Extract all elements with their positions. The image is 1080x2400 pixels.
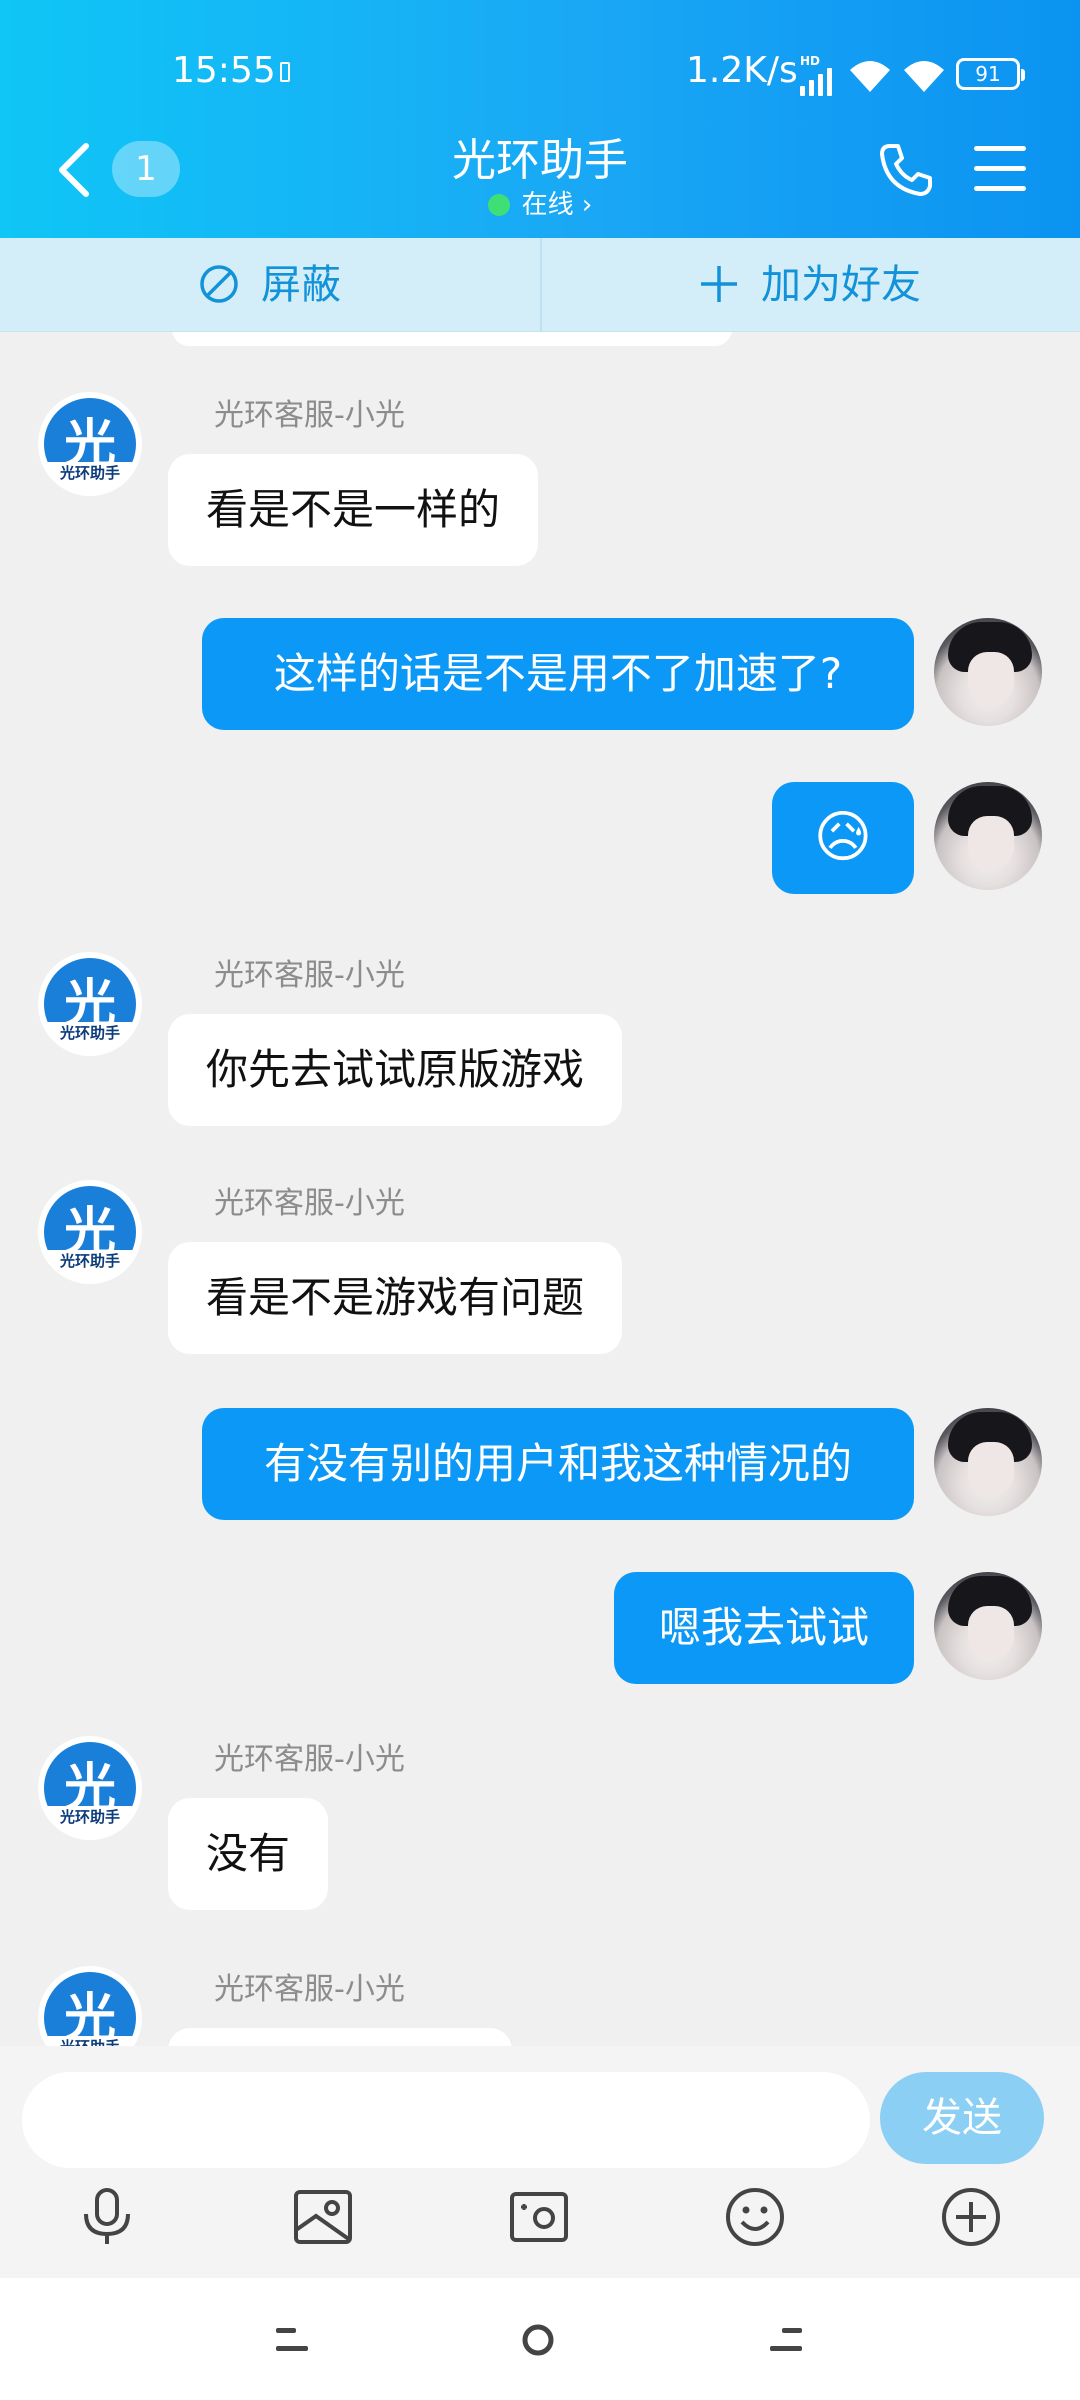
composer: 发送 <box>0 2046 1080 2278</box>
agent-avatar[interactable]: 光 光环助手 <box>38 1736 142 1840</box>
user-avatar[interactable] <box>934 1572 1042 1680</box>
sender-name: 光环客服-小光 <box>214 1742 405 1777</box>
online-status-label: 在线 › <box>521 190 593 220</box>
system-nav-bar <box>0 2278 1080 2400</box>
online-dot-icon <box>487 194 510 216</box>
message-bubble-outgoing[interactable]: 这样的话是不是用不了加速了? <box>202 618 914 730</box>
sender-name: 光环客服-小光 <box>214 958 405 993</box>
wifi-icon-2 <box>904 61 944 92</box>
contact-action-bar: 屏蔽 加为好友 <box>0 238 1080 332</box>
signal-icon <box>800 66 834 96</box>
message-bubble-outgoing[interactable]: 有没有别的用户和我这种情况的 <box>202 1408 914 1520</box>
back-nav-icon[interactable] <box>766 2322 806 2358</box>
add-friend-label: 加为好友 <box>761 262 921 308</box>
hamburger-menu-icon[interactable] <box>974 144 1030 194</box>
picture-icon[interactable] <box>292 2186 354 2248</box>
agent-avatar[interactable]: 光 光环助手 <box>38 392 142 496</box>
message-bubble-incoming[interactable] <box>168 2028 512 2046</box>
microphone-icon[interactable] <box>76 2186 138 2248</box>
partial-message-bubble <box>172 332 732 346</box>
status-time: 15:55 <box>172 50 276 91</box>
message-bubble-outgoing[interactable]: 嗯我去试试 <box>614 1572 914 1684</box>
send-button[interactable]: 发送 <box>880 2072 1044 2164</box>
sender-name: 光环客服-小光 <box>214 1186 405 1221</box>
plus-icon <box>701 266 737 302</box>
block-button[interactable]: 屏蔽 <box>0 238 540 332</box>
message-list[interactable]: 光 光环助手 光环客服-小光 看是不是一样的 这样的话是不是用不了加速了? 😥 … <box>0 332 1080 2046</box>
message-input[interactable] <box>22 2072 870 2168</box>
sender-name: 光环客服-小光 <box>214 398 405 433</box>
message-bubble-incoming[interactable]: 看是不是一样的 <box>168 454 539 566</box>
message-bubble-incoming[interactable]: 看是不是游戏有问题 <box>168 1242 623 1354</box>
sim-icon <box>280 62 290 82</box>
block-icon <box>200 265 238 303</box>
add-friend-button[interactable]: 加为好友 <box>540 238 1080 332</box>
agent-avatar[interactable]: 光 光环助手 <box>38 952 142 1056</box>
message-bubble-outgoing-emoji[interactable]: 😥 <box>772 782 914 894</box>
block-label: 屏蔽 <box>261 262 341 308</box>
user-avatar[interactable] <box>934 1408 1042 1516</box>
wifi-icon <box>850 61 890 92</box>
agent-avatar[interactable]: 光 光环助手 <box>38 1966 142 2046</box>
sender-name: 光环客服-小光 <box>214 1972 405 2007</box>
agent-avatar[interactable]: 光 光环助手 <box>38 1180 142 1284</box>
camera-icon[interactable] <box>508 2186 570 2248</box>
home-nav-icon[interactable] <box>518 2322 558 2358</box>
menu-nav-icon[interactable] <box>272 2322 312 2358</box>
emoji-icon[interactable] <box>724 2186 786 2248</box>
battery-indicator: 91 <box>956 58 1025 90</box>
phone-icon[interactable] <box>876 140 936 200</box>
status-bar: 15:55 1.2K/s HD 91 <box>0 40 1080 104</box>
chat-header: 15:55 1.2K/s HD 91 1 光环助手 在线 › <box>0 0 1080 238</box>
user-avatar[interactable] <box>934 782 1042 890</box>
plus-circle-icon[interactable] <box>940 2186 1002 2248</box>
message-bubble-incoming[interactable]: 没有 <box>168 1798 329 1910</box>
user-avatar[interactable] <box>934 618 1042 726</box>
message-bubble-incoming[interactable]: 你先去试试原版游戏 <box>168 1014 623 1126</box>
network-speed: 1.2K/s <box>686 50 798 91</box>
